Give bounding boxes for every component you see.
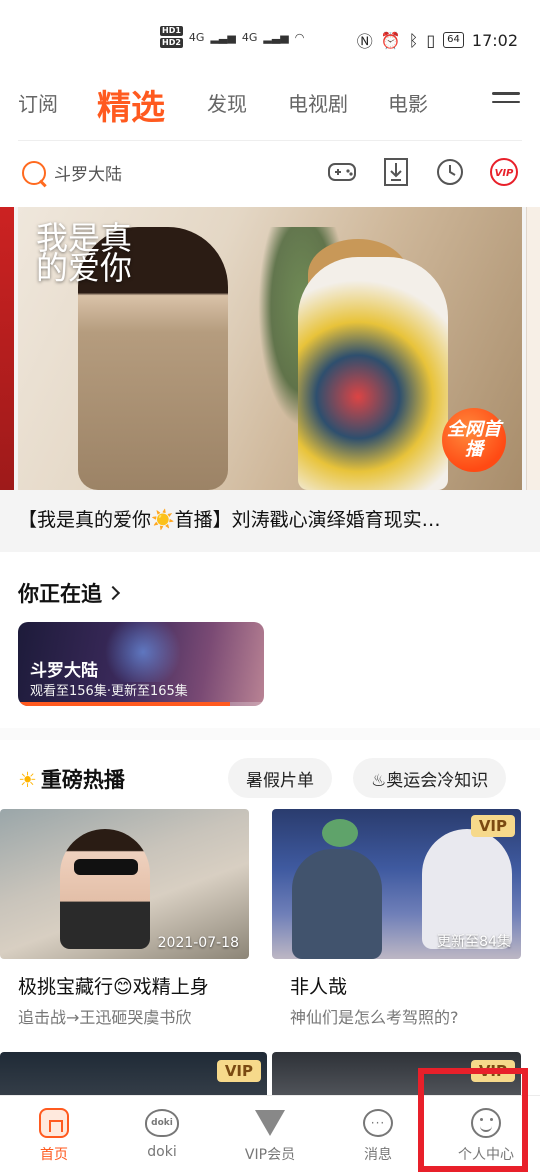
thumbnail-character-1 [292,849,382,959]
vip-badge-icon[interactable]: VIP [488,156,520,188]
banner-show-logo: 我是真的爱你 [36,219,133,287]
watching-card[interactable]: 斗罗大陆 观看至156集·更新至165集 [18,622,264,706]
thumbnail-frog [322,819,358,847]
banner-carousel[interactable]: 我是真的爱你 全网首播 [18,207,522,490]
search-icon [22,160,46,185]
video-card-2-title[interactable]: 非人哉 [290,972,347,999]
nav-vip[interactable]: VIP会员 [216,1096,324,1175]
alarm-icon: ⏰ [380,30,401,50]
video-card-1-thumbnail[interactable]: 2021-07-18 [0,809,249,959]
search-bar[interactable]: 斗罗大陆 [22,160,122,185]
battery-icon: 64 [443,32,464,48]
watching-card-title: 斗罗大陆 [30,661,98,681]
signal-2-label: 4G [241,30,258,44]
vip-tag: VIP [470,815,515,837]
network-status: HD1 HD2 4G ▂▃▅ 4G ▂▃▅ ◠ [160,26,304,48]
banner-caption[interactable]: 【我是真的爱你☀️首播】刘涛戳心演绎婚育现实… [18,505,528,532]
watching-progress-bar [18,702,264,706]
search-row: 斗罗大陆 VIP [0,150,540,200]
nav-messages-label: 消息 [364,1147,392,1163]
watching-section-title: 你正在追 [18,582,102,606]
hd-indicators: HD1 HD2 [160,26,183,48]
nav-doki[interactable]: doki doki [108,1096,216,1175]
banner-actor-2 [298,257,448,490]
thumbnail-person [60,829,150,949]
game-controller-icon[interactable] [326,156,358,188]
nav-home[interactable]: 首页 [0,1096,108,1175]
banner-prev-peek[interactable] [0,207,14,490]
tab-movies[interactable]: 电影 [388,88,428,117]
top-icons: VIP [326,156,520,188]
banner-next-peek[interactable] [526,207,540,490]
signal-bars-icon-2: ▂▃▅ [263,30,289,44]
watching-card-art [98,622,188,682]
tab-featured[interactable]: 精选 [97,80,165,129]
wifi-icon: ◠ [294,30,305,44]
hd1-indicator: HD1 [160,26,183,36]
profile-icon [469,1106,503,1140]
signal-1-label: 4G [188,30,205,44]
nav-vip-label: VIP会员 [244,1147,296,1163]
tab-discover[interactable]: 发现 [207,88,247,117]
chevron-right-icon [105,585,121,601]
summer-list-pill[interactable]: 暑假片单 [228,758,332,798]
signal-bars-icon: ▂▃▅ [210,30,236,44]
doki-icon: doki [145,1106,179,1140]
watching-progress-fill [18,702,230,706]
video-card-1-title[interactable]: 极挑宝藏行😊戏精上身 [18,972,209,999]
hd2-indicator: HD2 [160,38,183,48]
message-icon: ··· [361,1106,395,1140]
tab-tv-series[interactable]: 电视剧 [288,88,348,117]
status-bar: HD1 HD2 4G ▂▃▅ 4G ▂▃▅ ◠ Ⓝ ⏰ ᛒ ▯ 64 17:02 [0,0,540,70]
bottom-navigation: 首页 doki doki VIP会员 ··· 消息 个人中心 [0,1095,540,1175]
vibrate-icon: ▯ [426,30,436,50]
video-card-2-episode: 更新至84集 [437,934,511,950]
hot-section-header: ☀ 重磅热播 [18,764,125,794]
hot-section-title: 重磅热播 [40,768,125,792]
clock: 17:02 [471,30,518,50]
video-card-2-thumbnail[interactable]: VIP 更新至84集 [272,809,521,959]
divider [18,140,522,141]
video-card-1-subtitle[interactable]: 追击战→王迅砸哭虞书欣 [18,1004,268,1028]
svg-text:VIP: VIP [495,168,514,179]
watching-section-header[interactable]: 你正在追 [18,578,121,608]
download-icon[interactable] [380,156,412,188]
section-divider [0,728,540,740]
home-icon [37,1106,71,1140]
nav-profile[interactable]: 个人中心 [432,1096,540,1175]
vip-tag-3: VIP [216,1060,261,1082]
video-card-1-date: 2021-07-18 [157,935,239,951]
thumbnail-sunglasses [74,859,138,875]
nav-profile-label: 个人中心 [458,1147,514,1163]
menu-icon[interactable] [492,92,520,112]
nav-home-label: 首页 [40,1147,68,1163]
search-placeholder: 斗罗大陆 [54,165,122,185]
premiere-badge: 全网首播 [442,408,506,472]
bluetooth-icon: ᛒ [408,30,419,50]
video-card-2-subtitle[interactable]: 神仙们是怎么考驾照的? [290,1004,530,1028]
category-tabs: 订阅 精选 发现 电视剧 电影 [0,76,540,128]
history-clock-icon[interactable] [434,156,466,188]
system-status: Ⓝ ⏰ ᛒ ▯ 64 17:02 [357,28,518,52]
olympics-trivia-pill[interactable]: ♨奥运会冷知识 [353,758,507,798]
watching-card-progress-text: 观看至156集·更新至165集 [30,684,188,699]
vip-tag-4: VIP [470,1060,515,1082]
tab-subscribe[interactable]: 订阅 [18,88,58,117]
nfc-icon: Ⓝ [356,32,373,51]
nav-doki-label: doki [147,1144,177,1160]
sun-icon: ☀ [18,768,37,792]
nav-messages[interactable]: ··· 消息 [324,1096,432,1175]
vip-icon [253,1106,287,1140]
